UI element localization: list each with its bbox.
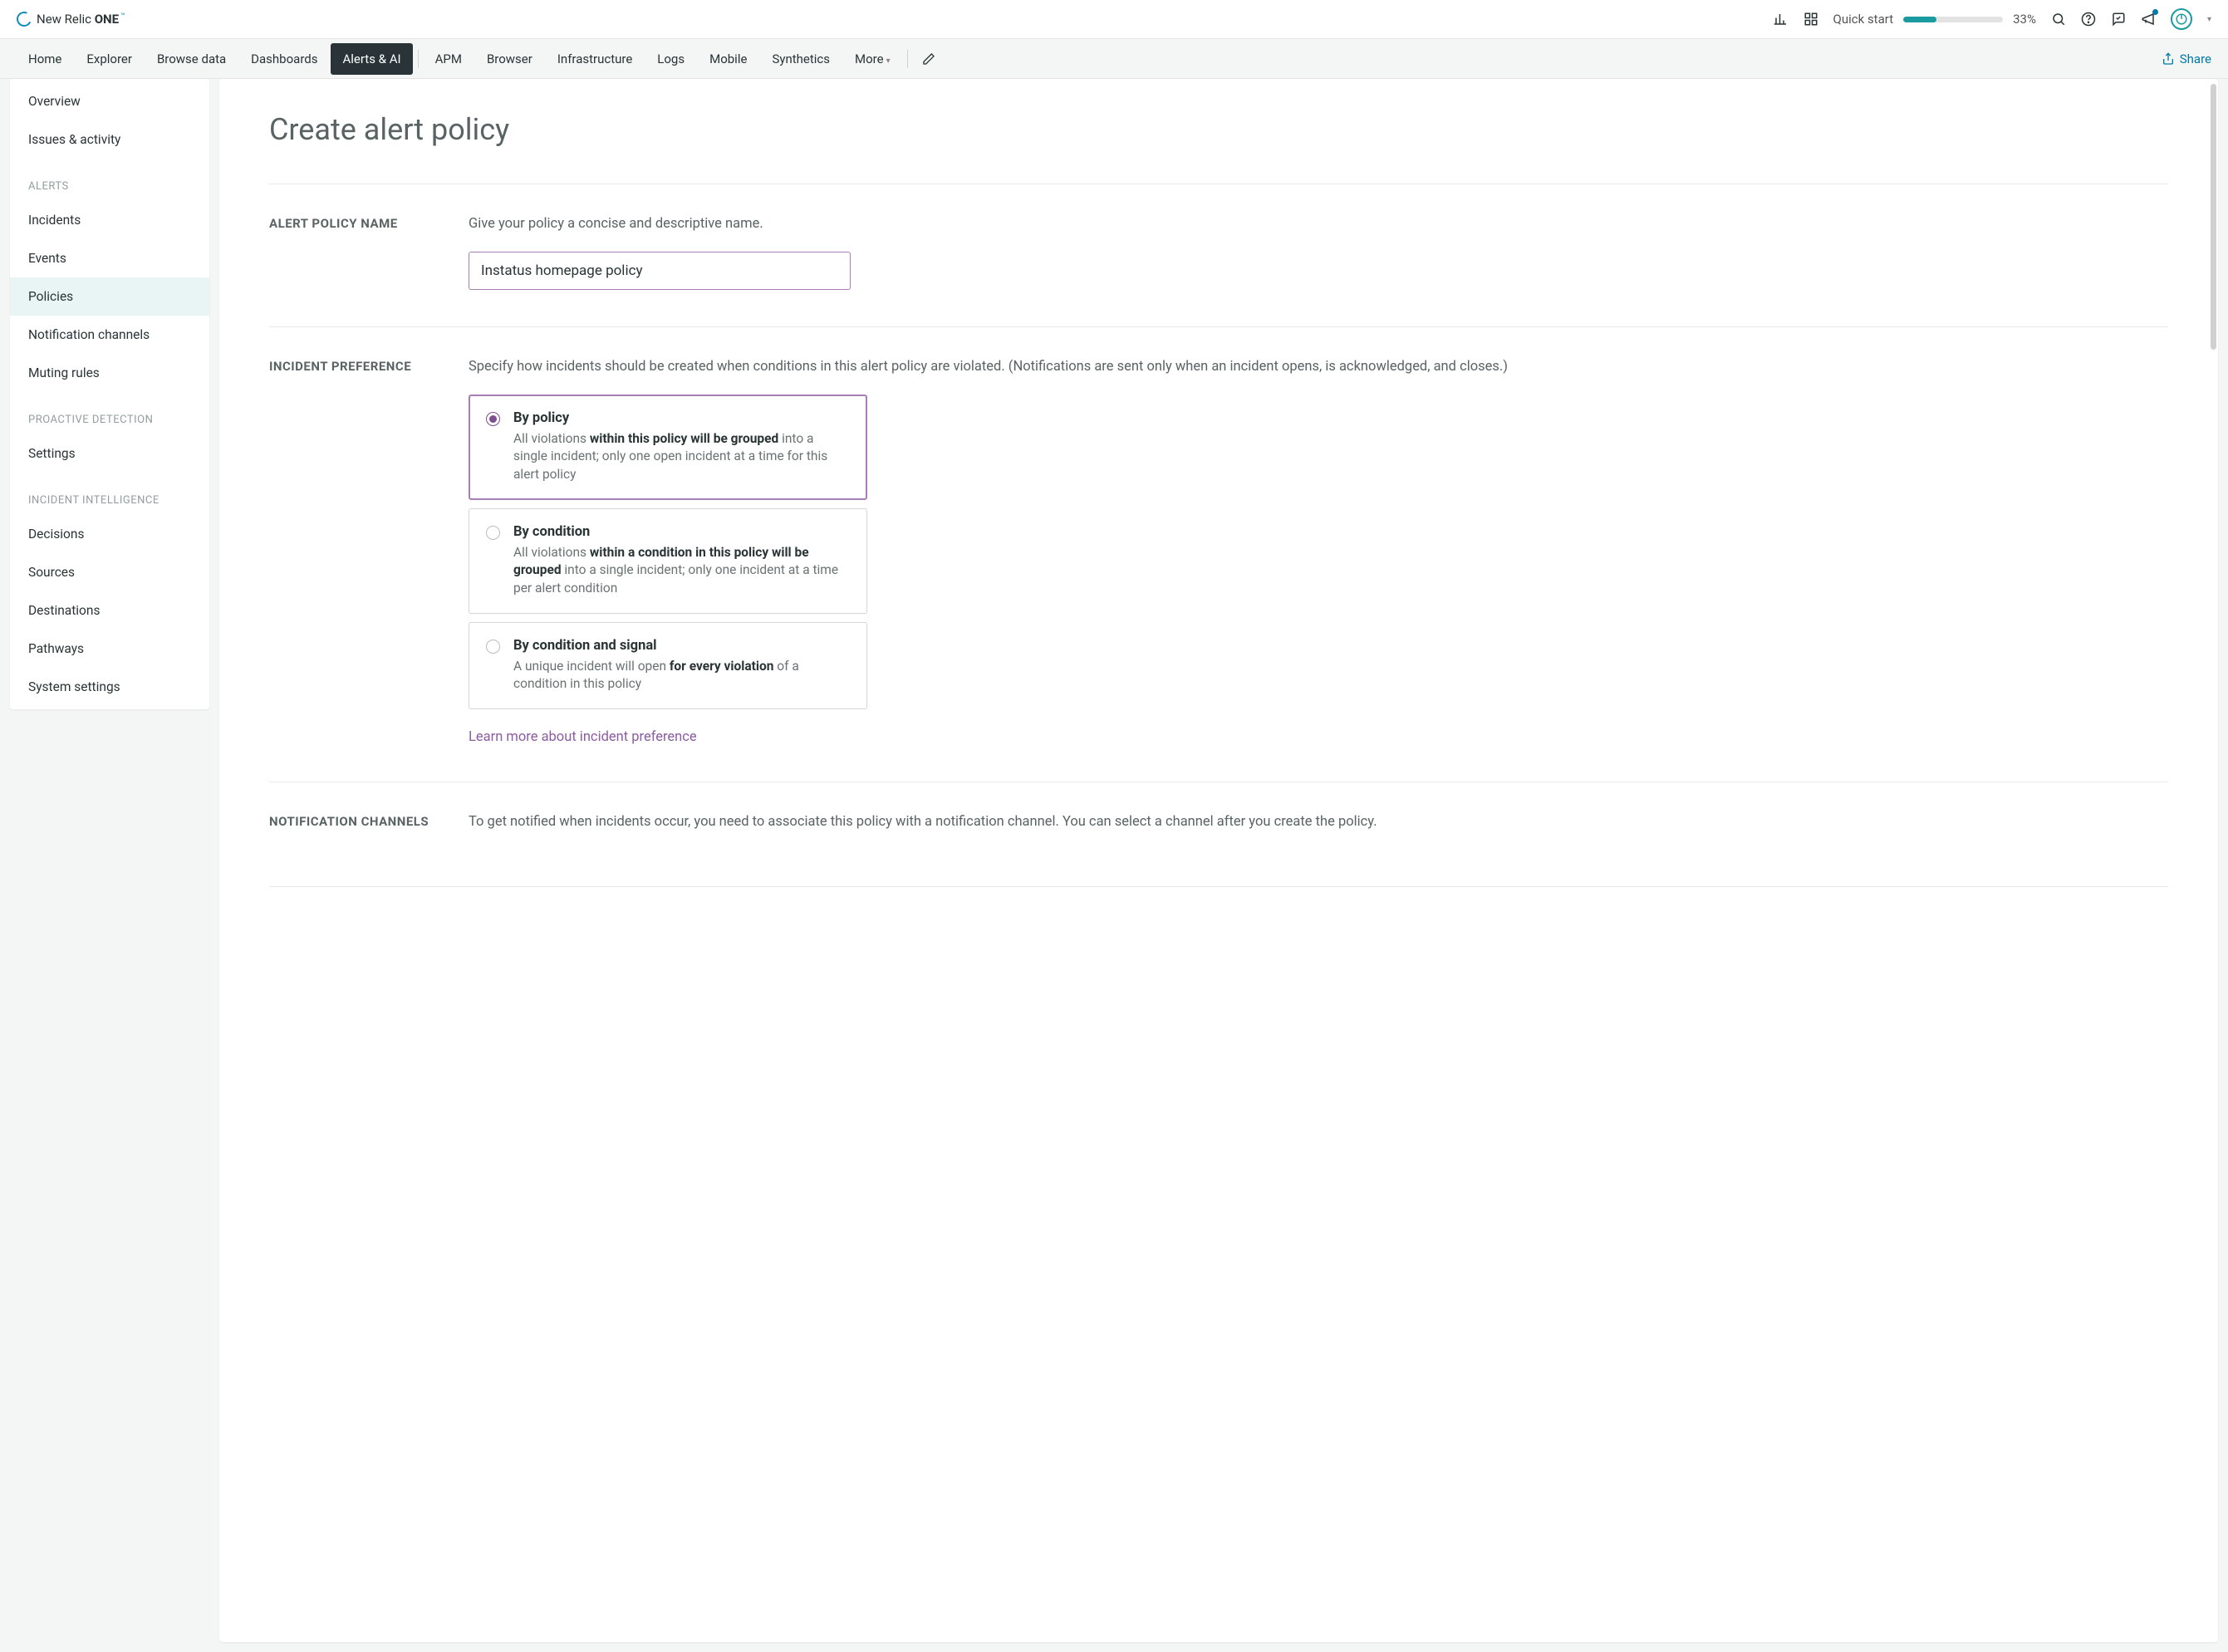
- sidebar-settings[interactable]: Settings: [10, 434, 209, 473]
- sidebar-notification-channels[interactable]: Notification channels: [10, 316, 209, 354]
- logo[interactable]: New Relic ONE™: [17, 12, 125, 27]
- apps-icon[interactable]: [1804, 12, 1818, 27]
- quick-start[interactable]: Quick start 33%: [1833, 12, 2036, 27]
- nav-alerts-ai[interactable]: Alerts & AI: [331, 43, 412, 75]
- section-notification-channels: NOTIFICATION CHANNELS To get notified wh…: [269, 782, 2168, 886]
- sidebar-incidents[interactable]: Incidents: [10, 201, 209, 239]
- nav-infrastructure[interactable]: Infrastructure: [546, 43, 644, 75]
- user-avatar[interactable]: [2171, 8, 2192, 30]
- nav-synthetics[interactable]: Synthetics: [760, 43, 842, 75]
- nav-more[interactable]: More▾: [843, 43, 902, 75]
- logo-text: New Relic ONE™: [37, 12, 125, 27]
- sidebar-sources[interactable]: Sources: [10, 553, 209, 591]
- sidebar-policies[interactable]: Policies: [10, 277, 209, 316]
- sidebar-pathways[interactable]: Pathways: [10, 630, 209, 668]
- sidebar-overview[interactable]: Overview: [10, 82, 209, 120]
- header-right: Quick start 33% ▾: [1774, 8, 2211, 30]
- option-desc: All violations within a condition in thi…: [513, 544, 850, 598]
- notif-channels-help: To get notified when incidents occur, yo…: [469, 812, 2168, 833]
- sidebar: Overview Issues & activity ALERTS Incide…: [10, 79, 209, 709]
- announcements-icon[interactable]: [2141, 12, 2156, 27]
- nav-browser[interactable]: Browser: [475, 43, 544, 75]
- chevron-down-icon: ▾: [886, 56, 891, 66]
- nav-items: Home Explorer Browse data Dashboards Ale…: [17, 43, 936, 75]
- incident-pref-options: By policy All violations within this pol…: [469, 395, 2168, 710]
- radio-icon: [486, 526, 500, 540]
- nav-home[interactable]: Home: [17, 43, 73, 75]
- chart-icon[interactable]: [1774, 12, 1789, 27]
- option-desc: All violations within this policy will b…: [513, 430, 850, 484]
- nav-mobile[interactable]: Mobile: [698, 43, 758, 75]
- header-left: New Relic ONE™: [17, 12, 125, 27]
- share-icon: [2162, 52, 2175, 66]
- sidebar-section-intelligence: INCIDENT INTELLIGENCE: [10, 473, 209, 515]
- progress-bar: [1903, 17, 2003, 22]
- user-dropdown-caret[interactable]: ▾: [2207, 15, 2211, 24]
- feedback-icon[interactable]: [2111, 12, 2126, 27]
- sidebar-decisions[interactable]: Decisions: [10, 515, 209, 553]
- nav-logs[interactable]: Logs: [645, 43, 696, 75]
- newrelic-logo-icon: [14, 9, 33, 28]
- nav-explorer[interactable]: Explorer: [75, 43, 144, 75]
- sidebar-system-settings[interactable]: System settings: [10, 668, 209, 706]
- nav-bar: Home Explorer Browse data Dashboards Ale…: [0, 39, 2228, 79]
- section-incident-preference: INCIDENT PREFERENCE Specify how incident…: [269, 326, 2168, 782]
- main-container: Overview Issues & activity ALERTS Incide…: [0, 79, 2228, 1652]
- option-title: By condition and signal: [513, 638, 850, 654]
- nav-apm[interactable]: APM: [424, 43, 474, 75]
- sidebar-section-proactive: PROACTIVE DETECTION: [10, 392, 209, 434]
- sidebar-section-alerts: ALERTS: [10, 159, 209, 201]
- sidebar-destinations[interactable]: Destinations: [10, 591, 209, 630]
- option-desc: A unique incident will open for every vi…: [513, 658, 850, 694]
- option-by-condition[interactable]: By condition All violations within a con…: [469, 508, 867, 614]
- option-by-condition-signal[interactable]: By condition and signal A unique inciden…: [469, 622, 867, 709]
- share-label: Share: [2180, 51, 2211, 66]
- radio-icon: [486, 640, 500, 654]
- policy-name-input[interactable]: [469, 252, 851, 290]
- sidebar-events[interactable]: Events: [10, 239, 209, 277]
- notif-channels-label: NOTIFICATION CHANNELS: [269, 812, 469, 850]
- learn-more-link[interactable]: Learn more about incident preference: [469, 729, 2168, 745]
- help-icon[interactable]: [2081, 12, 2096, 27]
- option-title: By policy: [513, 410, 850, 426]
- nav-divider: [418, 50, 419, 68]
- nav-divider-2: [907, 50, 908, 68]
- option-title: By condition: [513, 524, 850, 540]
- progress-fill: [1903, 17, 1936, 22]
- incident-pref-label: INCIDENT PREFERENCE: [269, 357, 469, 745]
- edit-nav-icon[interactable]: [921, 51, 936, 66]
- nav-browse-data[interactable]: Browse data: [145, 43, 238, 75]
- content-pane: Create alert policy ALERT POLICY NAME Gi…: [219, 79, 2218, 1642]
- share-button[interactable]: Share: [2162, 51, 2211, 66]
- top-header: New Relic ONE™ Quick start 33%: [0, 0, 2228, 39]
- scrollbar[interactable]: [2211, 84, 2216, 350]
- option-by-policy[interactable]: By policy All violations within this pol…: [469, 395, 867, 500]
- page-title: Create alert policy: [269, 112, 2168, 147]
- quick-start-label: Quick start: [1833, 12, 1894, 27]
- nav-dashboards[interactable]: Dashboards: [239, 43, 329, 75]
- policy-name-label: ALERT POLICY NAME: [269, 214, 469, 290]
- progress-pct: 33%: [2013, 12, 2036, 27]
- radio-icon: [486, 412, 500, 426]
- search-icon[interactable]: [2051, 12, 2066, 27]
- section-policy-name: ALERT POLICY NAME Give your policy a con…: [269, 184, 2168, 326]
- policy-name-help: Give your policy a concise and descripti…: [469, 214, 2168, 235]
- sidebar-muting-rules[interactable]: Muting rules: [10, 354, 209, 392]
- sidebar-issues-activity[interactable]: Issues & activity: [10, 120, 209, 159]
- incident-pref-help: Specify how incidents should be created …: [469, 357, 2168, 378]
